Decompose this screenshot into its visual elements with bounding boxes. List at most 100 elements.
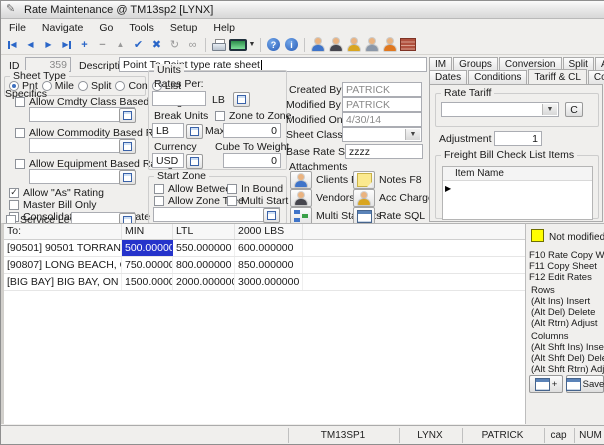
menu-help[interactable]: Help: [205, 21, 243, 35]
user-orange-button[interactable]: [381, 36, 398, 53]
commodity-lookup-button[interactable]: [119, 139, 136, 154]
table-row[interactable]: [90807] LONG BEACH, CA 750.000000 800.00…: [4, 257, 525, 274]
user-blue-button[interactable]: [309, 36, 326, 53]
screen-dropdown-button[interactable]: ▼: [228, 36, 256, 53]
rates-per-field[interactable]: [152, 91, 206, 106]
menu-go[interactable]: Go: [91, 21, 121, 35]
tab-audit[interactable]: Audit: [595, 57, 604, 71]
master-bill-only-checkbox[interactable]: Master Bill Only: [9, 199, 97, 211]
link-icon[interactable]: ∞: [184, 36, 201, 53]
cmdty-class-lookup-button[interactable]: [119, 108, 136, 123]
currency-lookup-button[interactable]: [186, 154, 203, 169]
column-header-min[interactable]: MIN: [122, 224, 173, 239]
shortcut-f10-rate-copy-wizard: F10 Rate Copy Wizard: [529, 250, 604, 261]
next-record-button[interactable]: ▶: [40, 36, 57, 53]
previous-record-button[interactable]: ◀: [22, 36, 39, 53]
allow-as-rating-checkbox[interactable]: Allow "As" Rating: [9, 187, 104, 199]
menu-file[interactable]: File: [1, 21, 34, 35]
help-button[interactable]: ?: [265, 36, 282, 53]
sheet-class-combobox[interactable]: ▼: [342, 127, 422, 142]
user-gear-button[interactable]: [363, 36, 380, 53]
allow-between-checkbox[interactable]: Allow Between: [154, 183, 237, 195]
cube-to-weight-field[interactable]: 0: [223, 153, 281, 168]
acc-charges-button[interactable]: Acc Charges: [353, 189, 439, 207]
user-gold-button[interactable]: [345, 36, 362, 53]
created-by-field: PATRICK: [342, 82, 422, 97]
column-header-ltl[interactable]: LTL: [173, 224, 235, 239]
column-header-to[interactable]: To:: [4, 224, 122, 239]
currency-field[interactable]: USD: [152, 153, 184, 168]
start-zone-field[interactable]: [153, 207, 280, 222]
adjustment-field[interactable]: 1: [494, 131, 542, 146]
save-button[interactable]: Save: [566, 375, 604, 393]
grid-cell-selected[interactable]: 500.000000: [122, 240, 173, 256]
multi-start-checkbox[interactable]: Multi Start: [227, 195, 288, 207]
grid-cell[interactable]: 1500.000000: [122, 274, 173, 290]
accept-button[interactable]: ✔: [130, 36, 147, 53]
radio-con[interactable]: Con: [115, 80, 147, 92]
title-bar[interactable]: ✎ Rate Maintenance @ TM13sp2 [LYNX]: [1, 1, 604, 19]
info-button[interactable]: i: [283, 36, 300, 53]
dropdown-arrow-icon: ▼: [249, 41, 256, 48]
rate-tariff-combobox[interactable]: ▼: [441, 102, 559, 117]
grid-cell[interactable]: [90501] 90501 TORRANCE, CA: [4, 240, 122, 256]
tab-im[interactable]: IM: [429, 57, 452, 71]
tab-tariff-cl[interactable]: Tariff & CL: [528, 69, 587, 84]
user-dark-icon: [329, 38, 343, 51]
add-record-button[interactable]: +: [76, 36, 93, 53]
break-units-lookup-button[interactable]: [186, 124, 203, 139]
first-record-button[interactable]: ◀: [4, 36, 21, 53]
in-bound-checkbox[interactable]: In Bound: [227, 183, 283, 195]
grid-cell[interactable]: 600.000000: [235, 240, 303, 256]
start-zone-lookup-button[interactable]: [263, 208, 280, 223]
table-icon: [566, 378, 581, 391]
radio-split[interactable]: Split: [78, 80, 111, 92]
grid-cell[interactable]: 850.000000: [235, 257, 303, 273]
grid-cell[interactable]: 550.000000: [173, 240, 235, 256]
toolbar: ◀ ◀ ▶ ▶ + − ▲ ✔ ✖ ↻ ∞ ▼ ? i: [1, 35, 604, 55]
tab-conditions[interactable]: Conditions: [468, 70, 527, 84]
grid-cell[interactable]: 800.000000: [173, 257, 235, 273]
user-gear-icon: [365, 38, 379, 51]
max-field[interactable]: 0: [223, 123, 281, 138]
zone-to-zone-checkbox[interactable]: Zone to Zone: [215, 110, 291, 122]
window-title: Rate Maintenance @ TM13sp2 [LYNX]: [24, 4, 213, 16]
column-header-2000lbs[interactable]: 2000 LBS: [235, 224, 303, 239]
c-button[interactable]: C: [565, 102, 583, 117]
grid-cell[interactable]: 750.000000: [122, 257, 173, 273]
cancel-button[interactable]: ✖: [148, 36, 165, 53]
checklist-grid[interactable]: Item Name ▶: [442, 166, 593, 220]
menu-setup[interactable]: Setup: [162, 21, 205, 35]
break-units-field[interactable]: LB: [152, 123, 184, 138]
last-record-button[interactable]: ▶: [58, 36, 75, 53]
print-button[interactable]: [210, 36, 227, 53]
refresh-icon[interactable]: ↻: [166, 36, 183, 53]
tab-contract[interactable]: Contract: [588, 70, 604, 84]
chevron-down-icon[interactable]: ▼: [405, 129, 420, 140]
grid-cell[interactable]: [90807] LONG BEACH, CA: [4, 257, 122, 273]
tab-groups[interactable]: Groups: [453, 57, 498, 71]
checklist-column-header[interactable]: Item Name: [443, 167, 592, 181]
grid-cell[interactable]: 3000.000000: [235, 274, 303, 290]
menu-tools[interactable]: Tools: [121, 21, 162, 35]
table-row[interactable]: [BIG BAY] BIG BAY, ON 1500.000000 2000.0…: [4, 274, 525, 291]
table-row[interactable]: [90501] 90501 TORRANCE, CA 500.000000 55…: [4, 240, 525, 257]
chevron-down-icon[interactable]: ▼: [542, 104, 557, 115]
checklist-group: Freight Bill Check List Items Item Name …: [435, 155, 599, 219]
menu-navigate[interactable]: Navigate: [34, 21, 91, 35]
status-panel-capslock: cap: [544, 428, 572, 443]
equipment-lookup-button[interactable]: [119, 170, 136, 185]
notes-f8-button[interactable]: Notes F8: [353, 171, 422, 189]
tab-dates[interactable]: Dates: [429, 70, 467, 84]
add-column-button[interactable]: +: [529, 375, 563, 393]
collapse-button[interactable]: ▲: [112, 36, 129, 53]
grid-cell[interactable]: 2000.000000: [173, 274, 235, 290]
user-dark-button[interactable]: [327, 36, 344, 53]
rates-grid[interactable]: To: MIN LTL 2000 LBS [90501] 90501 TORRA…: [1, 223, 525, 424]
rates-per-lookup-button[interactable]: [233, 92, 250, 107]
grid-cell[interactable]: [BIG BAY] BIG BAY, ON: [4, 274, 122, 290]
bricks-button[interactable]: [399, 36, 416, 53]
delete-record-button[interactable]: −: [94, 36, 111, 53]
tariff-cl-tab-content: Rate Tariff ▼ C Adjustment 1 Freight Bil…: [429, 84, 603, 222]
base-rate-seq-field[interactable]: zzzz: [345, 144, 423, 159]
